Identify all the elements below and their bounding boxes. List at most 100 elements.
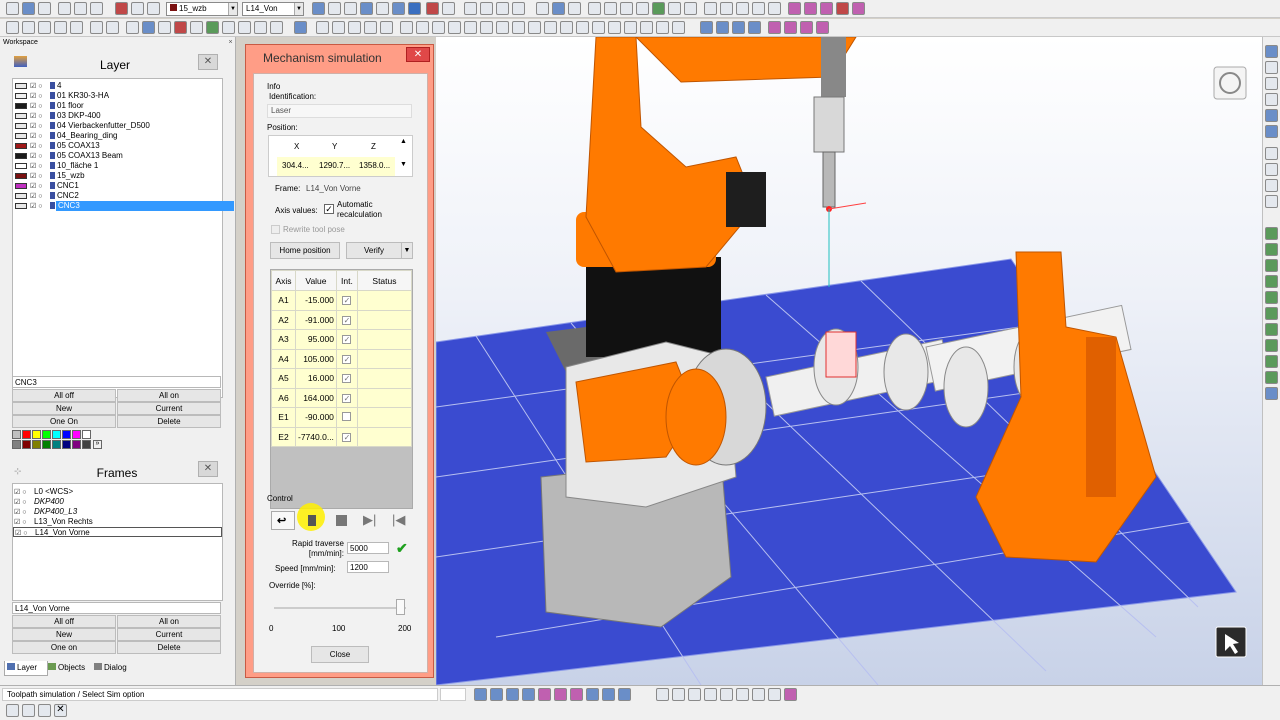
palette-color-swatch[interactable] [72, 430, 81, 439]
frames-new-button[interactable]: New [12, 628, 116, 641]
pen-icon[interactable] [190, 21, 203, 34]
frames-all-off-button[interactable]: All off [12, 615, 116, 628]
axis-int-checkbox[interactable]: ✓ [342, 393, 352, 403]
layer-select[interactable]: 15_wzb ▼ [166, 2, 238, 16]
robot-path-icon[interactable] [816, 21, 829, 34]
layer-panel-close-icon[interactable]: ✕ [198, 54, 218, 70]
sim-tool-9-icon[interactable] [602, 688, 615, 701]
attribute-icon[interactable] [656, 21, 669, 34]
frames-delete-button[interactable]: Delete [117, 641, 221, 654]
toggle-icon[interactable] [1265, 387, 1278, 400]
save-icon[interactable] [38, 2, 51, 15]
view-left-icon[interactable] [1265, 163, 1278, 176]
info-icon[interactable] [147, 2, 160, 15]
tab-objects[interactable]: Objects [46, 661, 91, 676]
text-icon[interactable] [604, 2, 617, 15]
snap-icon[interactable] [376, 2, 389, 15]
line-icon[interactable] [332, 21, 345, 34]
home-position-button[interactable]: Home position [270, 242, 340, 259]
layer-row[interactable]: ☑ ○ 4 [13, 81, 222, 91]
sim-tool-5-icon[interactable] [538, 688, 551, 701]
palette-color-swatch[interactable] [82, 430, 91, 439]
chamfer-icon[interactable] [448, 21, 461, 34]
cut-icon[interactable] [174, 21, 187, 34]
palette-color-swatch[interactable] [12, 440, 21, 449]
pos-values-row[interactable]: 304.4... 1290.7... 1358.0... [277, 157, 395, 176]
frame-icon[interactable] [360, 2, 373, 15]
snap-3-icon[interactable] [688, 688, 701, 701]
layer-list[interactable]: ☑ ○ 4 ☑ ○ 01 KR30-3-HA ☑ ○ 01 floor ☑ ○ 03 DKP-… [12, 78, 234, 398]
tool-icon[interactable] [668, 2, 681, 15]
rewind-button[interactable]: |◀ [388, 511, 412, 530]
copy-move-icon[interactable] [142, 21, 155, 34]
layer-row[interactable]: ☑ ○ 04_Bearing_ding [13, 131, 222, 141]
ortho-icon[interactable] [552, 2, 565, 15]
verify-dropdown-icon[interactable]: ▼ [401, 242, 413, 259]
ellipse-icon[interactable] [364, 21, 377, 34]
view-zoom-icon[interactable] [1265, 61, 1278, 74]
axis-icon[interactable] [312, 2, 325, 15]
axis-value[interactable]: 16.000 [295, 368, 337, 389]
check-icon[interactable] [652, 2, 665, 15]
palette-color-swatch[interactable] [82, 440, 91, 449]
material-icon[interactable] [1265, 307, 1278, 320]
layer-row[interactable]: ☑ ○ 03 DKP-400 [13, 111, 222, 121]
tab-dialog[interactable]: Dialog [92, 661, 137, 676]
axis-int-checkbox[interactable]: ✓ [342, 296, 352, 306]
axis-row[interactable]: A1 -15.000 ✓ [271, 290, 413, 311]
zoom-all-icon[interactable] [480, 2, 493, 15]
palette-color-swatch[interactable] [52, 430, 61, 439]
layer-one-on-button[interactable]: One On [12, 415, 116, 428]
view-iso-icon[interactable] [1265, 147, 1278, 160]
grid-icon[interactable] [536, 2, 549, 15]
snap-2-icon[interactable] [672, 688, 685, 701]
render-icon[interactable] [1265, 275, 1278, 288]
layer-row[interactable]: ☑ ○ 05 COAX13 Beam [13, 151, 222, 161]
sim-tool-2-icon[interactable] [490, 688, 503, 701]
layer-current-field[interactable]: CNC3 [12, 376, 221, 388]
snap-1-icon[interactable] [656, 688, 669, 701]
robot-frame-icon[interactable] [800, 21, 813, 34]
insert-icon[interactable] [640, 21, 653, 34]
zoom-in-icon[interactable] [496, 2, 509, 15]
robot-icon[interactable] [768, 21, 781, 34]
axis-value[interactable]: -91.000 [295, 309, 337, 330]
axis-row[interactable]: E1 -90.000 [271, 407, 413, 428]
capture-icon[interactable] [1265, 371, 1278, 384]
undo-icon[interactable] [90, 21, 103, 34]
axis-value[interactable]: 164.000 [295, 387, 337, 408]
dimension-icon[interactable] [588, 2, 601, 15]
mirror-icon[interactable] [804, 2, 817, 15]
arc-icon[interactable] [380, 21, 393, 34]
apply-check-icon[interactable]: ✔ [396, 540, 408, 557]
cam-path-icon[interactable] [700, 21, 713, 34]
close-button[interactable]: Close [311, 646, 369, 663]
snap-4-icon[interactable] [704, 688, 717, 701]
play-button[interactable] [301, 511, 325, 530]
cam-tool-icon[interactable] [716, 21, 729, 34]
hatch-icon[interactable] [620, 2, 633, 15]
axis-value[interactable]: -90.000 [295, 407, 337, 428]
close-page-icon[interactable]: ✕ [54, 704, 67, 717]
new-file-icon[interactable] [6, 2, 19, 15]
frames-list[interactable]: ☑ ○ L0 <WCS> ☑ ○ DKP400 ☑ ○ DKP400_L3 ☑ ○ L13_V… [12, 483, 223, 601]
delete-icon[interactable] [836, 2, 849, 15]
speed-input[interactable]: 1200 [347, 561, 389, 573]
offset-icon[interactable] [432, 21, 445, 34]
frame-row[interactable]: ☑ ○ L14_Von Vorne [13, 527, 222, 537]
layer-row[interactable]: ☑ ○ 01 KR30-3-HA [13, 91, 222, 101]
circle-icon[interactable] [348, 21, 361, 34]
axis-value[interactable]: -15.000 [295, 290, 337, 311]
axis-int-checkbox[interactable]: ✓ [342, 432, 352, 442]
image-icon[interactable] [672, 21, 685, 34]
axis-int-checkbox[interactable]: ✓ [342, 315, 352, 325]
line-style-icon[interactable] [636, 2, 649, 15]
view-icon[interactable] [392, 2, 405, 15]
zoom-window-icon[interactable] [464, 2, 477, 15]
hatch2-icon[interactable] [528, 21, 541, 34]
sim-tool-7-icon[interactable] [570, 688, 583, 701]
shade-icon[interactable] [442, 2, 455, 15]
frame-select[interactable]: L14_Von ▼ [242, 2, 304, 16]
cam-sim-icon[interactable] [732, 21, 745, 34]
axis-int-checkbox[interactable]: ✓ [342, 354, 352, 364]
